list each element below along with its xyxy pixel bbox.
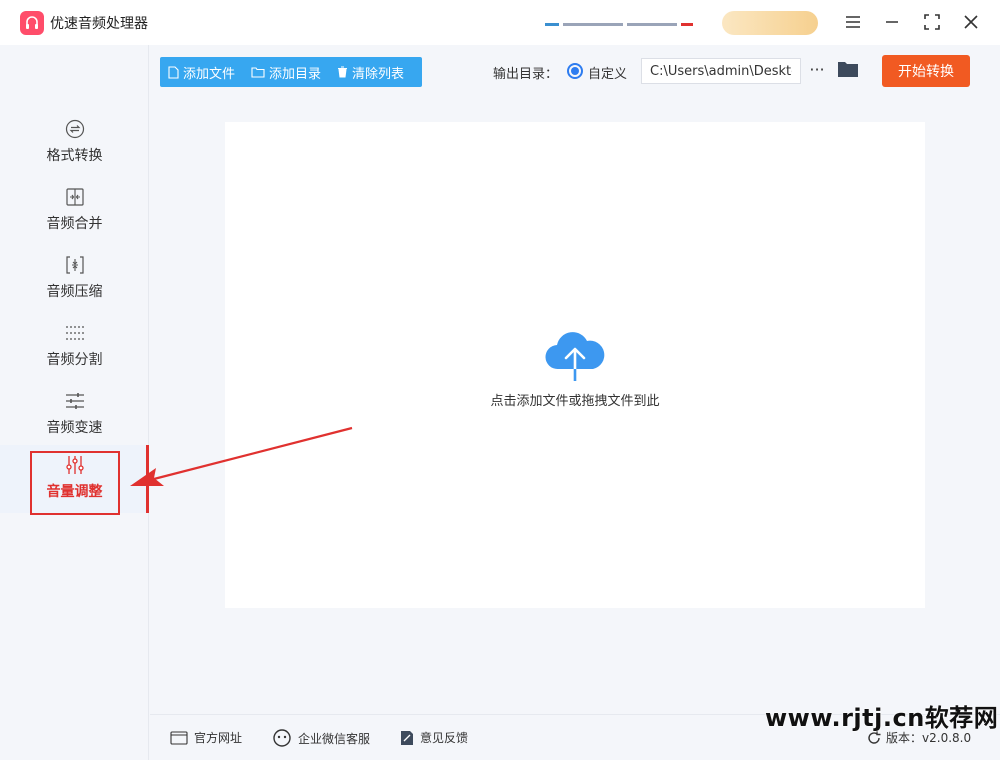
add-file-button[interactable]: 添加文件 bbox=[160, 57, 243, 87]
annotation-highlight-box bbox=[30, 451, 120, 515]
sidebar-item-label: 音频变速 bbox=[46, 420, 103, 436]
sidebar-item-label: 音频分割 bbox=[46, 352, 103, 368]
wechat-service-link[interactable]: 企业微信客服 bbox=[272, 729, 370, 747]
annotation-arrow-icon bbox=[130, 426, 353, 486]
file-toolbar: 添加文件 添加目录 清除列表 bbox=[160, 57, 422, 87]
add-file-label: 添加文件 bbox=[183, 66, 236, 82]
custom-dir-radio[interactable] bbox=[567, 63, 583, 79]
feedback-label: 意见反馈 bbox=[420, 731, 469, 745]
feedback-link[interactable]: 意见反馈 bbox=[400, 729, 468, 746]
wechat-label: 企业微信客服 bbox=[298, 731, 371, 746]
file-icon bbox=[168, 65, 179, 79]
website-link[interactable]: 官方网址 bbox=[170, 729, 242, 746]
start-convert-button[interactable]: 开始转换 bbox=[882, 55, 970, 87]
custom-dir-label[interactable]: 自定义 bbox=[588, 63, 627, 82]
file-drop-zone[interactable]: 点击添加文件或拖拽文件到此 bbox=[225, 122, 925, 608]
account-info[interactable] bbox=[545, 14, 705, 30]
merge-icon bbox=[65, 187, 85, 207]
minimize-icon[interactable] bbox=[879, 10, 905, 34]
output-path-input[interactable] bbox=[641, 58, 801, 84]
app-title: 优速音频处理器 bbox=[50, 16, 148, 32]
open-folder-icon[interactable] bbox=[837, 60, 859, 80]
sidebar-item-label: 格式转换 bbox=[46, 148, 103, 164]
feedback-icon bbox=[401, 730, 413, 745]
website-icon bbox=[170, 730, 188, 745]
maximize-icon[interactable] bbox=[919, 10, 945, 34]
cloud-upload-icon bbox=[545, 332, 605, 383]
speed-icon bbox=[65, 391, 85, 411]
compress-icon bbox=[65, 255, 85, 275]
drop-hint-text: 点击添加文件或拖拽文件到此 bbox=[490, 394, 660, 409]
title-bar: 优速音频处理器 bbox=[0, 0, 1000, 45]
split-icon bbox=[65, 323, 85, 343]
sidebar-item-format-convert[interactable]: 格式转换 bbox=[0, 115, 149, 177]
website-label: 官方网址 bbox=[194, 731, 243, 745]
sidebar: 格式转换 音频合并 音频压缩 音频分割 音频变速 音量调整 bbox=[0, 45, 149, 760]
output-dir-label: 输出目录： bbox=[493, 67, 559, 82]
add-folder-button[interactable]: 添加目录 bbox=[243, 57, 329, 87]
clear-list-button[interactable]: 清除列表 bbox=[329, 57, 412, 87]
vip-badge[interactable] bbox=[722, 11, 818, 35]
app-logo-icon bbox=[20, 11, 44, 35]
sidebar-item-audio-compress[interactable]: 音频压缩 bbox=[0, 251, 149, 313]
sidebar-item-audio-merge[interactable]: 音频合并 bbox=[0, 183, 149, 245]
sidebar-item-audio-split[interactable]: 音频分割 bbox=[0, 319, 149, 381]
wechat-icon bbox=[273, 729, 291, 747]
add-folder-label: 添加目录 bbox=[269, 66, 322, 82]
format-convert-icon bbox=[65, 119, 85, 139]
menu-icon[interactable] bbox=[840, 10, 866, 34]
clear-list-label: 清除列表 bbox=[352, 66, 405, 82]
sidebar-item-label: 音频压缩 bbox=[46, 284, 103, 300]
more-options-button[interactable]: ··· bbox=[808, 60, 826, 80]
close-icon[interactable] bbox=[958, 10, 984, 34]
trash-icon bbox=[338, 66, 348, 78]
sidebar-item-label: 音频合并 bbox=[46, 216, 103, 232]
watermark-text: www.rjtj.cn软荐网 bbox=[765, 704, 999, 732]
folder-icon bbox=[251, 67, 265, 78]
